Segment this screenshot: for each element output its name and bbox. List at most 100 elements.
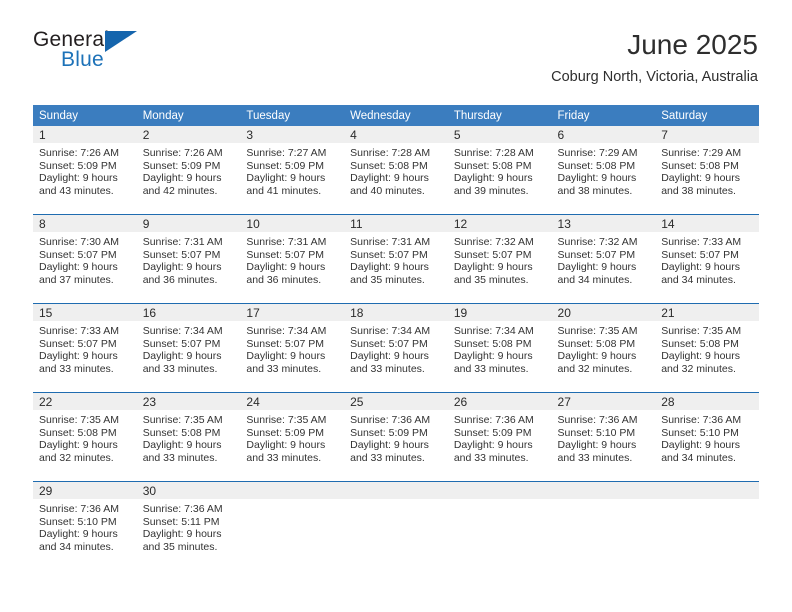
page-header: General Blue June 2025 Coburg North, Vic… — [33, 28, 758, 94]
sunrise-text: Sunrise: 7:29 AM — [661, 147, 742, 159]
day-number: 27 — [551, 393, 656, 410]
weekday-header-wednesday: Wednesday — [344, 105, 448, 126]
sunset-text: Sunset: 5:09 PM — [246, 159, 325, 172]
daylight-text-line2: and 33 minutes. — [350, 362, 425, 375]
sunset-text: Sunset: 5:07 PM — [246, 337, 325, 350]
day-number: 19 — [447, 304, 552, 321]
day-details: Sunrise: 7:36 AM Sunset: 5:10 PM Dayligh… — [655, 410, 759, 464]
day-details: Sunrise: 7:26 AM Sunset: 5:09 PM Dayligh… — [33, 143, 137, 197]
daylight-text-line2: and 39 minutes. — [453, 184, 529, 197]
sunrise-text: Sunrise: 7:36 AM — [39, 503, 119, 515]
calendar-header-row-group: Sunday Monday Tuesday Wednesday Thursday… — [33, 105, 759, 126]
brand-word-blue: Blue — [61, 48, 104, 71]
daylight-text-line2: and 33 minutes. — [39, 362, 114, 375]
daylight-text-line2: and 35 minutes. — [142, 540, 218, 553]
calendar-day-cell[interactable]: 6 Sunrise: 7:29 AM Sunset: 5:08 PM Dayli… — [551, 126, 656, 215]
weekday-header-row: Sunday Monday Tuesday Wednesday Thursday… — [33, 105, 759, 126]
sunset-text: Sunset: 5:08 PM — [557, 337, 636, 350]
calendar-day-cell[interactable]: 13 Sunrise: 7:32 AM Sunset: 5:07 PM Dayl… — [551, 214, 656, 304]
sunset-text: Sunset: 5:08 PM — [453, 337, 532, 350]
day-number: 6 — [551, 126, 656, 143]
calendar-day-cell[interactable]: 7 Sunrise: 7:29 AM Sunset: 5:08 PM Dayli… — [655, 126, 759, 215]
daylight-text-line2: and 40 minutes. — [350, 184, 425, 197]
day-number: 20 — [551, 304, 656, 321]
day-details — [655, 499, 759, 503]
daylight-text-line2: and 33 minutes. — [142, 451, 218, 464]
daylight-text-line2: and 36 minutes. — [246, 273, 322, 286]
sunrise-text: Sunrise: 7:26 AM — [142, 147, 223, 159]
calendar-day-cell[interactable]: 12 Sunrise: 7:32 AM Sunset: 5:07 PM Dayl… — [447, 214, 552, 304]
day-details: Sunrise: 7:31 AM Sunset: 5:07 PM Dayligh… — [344, 232, 448, 286]
calendar-day-cell[interactable]: 9 Sunrise: 7:31 AM Sunset: 5:07 PM Dayli… — [136, 214, 241, 304]
sunrise-text: Sunrise: 7:33 AM — [661, 236, 742, 248]
day-number — [240, 482, 345, 499]
calendar-day-cell[interactable]: 15 Sunrise: 7:33 AM Sunset: 5:07 PM Dayl… — [33, 303, 137, 393]
calendar-day-cell[interactable]: 25 Sunrise: 7:36 AM Sunset: 5:09 PM Dayl… — [344, 392, 448, 482]
sunrise-text: Sunrise: 7:35 AM — [246, 414, 327, 426]
day-number: 5 — [447, 126, 552, 143]
calendar-week-row: 29 Sunrise: 7:36 AM Sunset: 5:10 PM Dayl… — [33, 481, 759, 570]
day-number: 25 — [344, 393, 448, 410]
day-number: 21 — [655, 304, 759, 321]
daylight-text-line2: and 32 minutes. — [661, 362, 736, 375]
sunrise-text: Sunrise: 7:35 AM — [142, 414, 223, 426]
calendar-day-cell[interactable]: 30 Sunrise: 7:36 AM Sunset: 5:11 PM Dayl… — [136, 481, 241, 570]
calendar-day-cell[interactable]: 10 Sunrise: 7:31 AM Sunset: 5:07 PM Dayl… — [240, 214, 345, 304]
sunrise-text: Sunrise: 7:33 AM — [39, 325, 119, 337]
day-details: Sunrise: 7:30 AM Sunset: 5:07 PM Dayligh… — [33, 232, 137, 286]
day-details: Sunrise: 7:36 AM Sunset: 5:09 PM Dayligh… — [448, 410, 552, 464]
calendar-day-cell[interactable]: 24 Sunrise: 7:35 AM Sunset: 5:09 PM Dayl… — [240, 392, 345, 482]
daylight-text-line1: Daylight: 9 hours — [350, 172, 429, 185]
day-number: 26 — [447, 393, 552, 410]
calendar-day-cell[interactable]: 19 Sunrise: 7:34 AM Sunset: 5:08 PM Dayl… — [447, 303, 552, 393]
day-number: 13 — [551, 215, 656, 232]
day-details: Sunrise: 7:36 AM Sunset: 5:11 PM Dayligh… — [137, 499, 241, 553]
daylight-text-line2: and 32 minutes. — [39, 451, 114, 464]
daylight-text-line1: Daylight: 9 hours — [142, 261, 222, 274]
weekday-header-tuesday: Tuesday — [240, 105, 345, 126]
daylight-text-line1: Daylight: 9 hours — [557, 172, 637, 185]
day-number: 3 — [240, 126, 345, 143]
calendar-day-cell[interactable]: 8 Sunrise: 7:30 AM Sunset: 5:07 PM Dayli… — [33, 214, 137, 304]
calendar-day-cell[interactable]: 27 Sunrise: 7:36 AM Sunset: 5:10 PM Dayl… — [551, 392, 656, 482]
weekday-header-monday: Monday — [136, 105, 241, 126]
calendar-day-cell[interactable]: 23 Sunrise: 7:35 AM Sunset: 5:08 PM Dayl… — [136, 392, 241, 482]
calendar-day-cell[interactable]: 20 Sunrise: 7:35 AM Sunset: 5:08 PM Dayl… — [551, 303, 656, 393]
calendar-day-cell[interactable]: 26 Sunrise: 7:36 AM Sunset: 5:09 PM Dayl… — [447, 392, 552, 482]
day-number: 1 — [33, 126, 137, 143]
calendar-day-cell[interactable]: 29 Sunrise: 7:36 AM Sunset: 5:10 PM Dayl… — [33, 481, 137, 570]
day-number: 15 — [33, 304, 137, 321]
calendar-day-cell[interactable]: 1 Sunrise: 7:26 AM Sunset: 5:09 PM Dayli… — [33, 126, 137, 215]
calendar-day-cell[interactable]: 2 Sunrise: 7:26 AM Sunset: 5:09 PM Dayli… — [136, 126, 241, 215]
day-number: 7 — [655, 126, 759, 143]
calendar-day-cell[interactable]: 3 Sunrise: 7:27 AM Sunset: 5:09 PM Dayli… — [240, 126, 345, 215]
day-details: Sunrise: 7:29 AM Sunset: 5:08 PM Dayligh… — [655, 143, 759, 197]
sunrise-text: Sunrise: 7:34 AM — [350, 325, 431, 337]
calendar-day-cell[interactable]: 28 Sunrise: 7:36 AM Sunset: 5:10 PM Dayl… — [655, 392, 759, 482]
sunrise-text: Sunrise: 7:35 AM — [557, 325, 638, 337]
sunset-text: Sunset: 5:07 PM — [350, 337, 428, 350]
calendar-day-cell[interactable]: 5 Sunrise: 7:28 AM Sunset: 5:08 PM Dayli… — [447, 126, 552, 215]
day-details: Sunrise: 7:35 AM Sunset: 5:08 PM Dayligh… — [33, 410, 137, 464]
day-details — [448, 499, 552, 503]
calendar-day-cell[interactable]: 17 Sunrise: 7:34 AM Sunset: 5:07 PM Dayl… — [240, 303, 345, 393]
brand-triangle-icon — [105, 31, 137, 52]
calendar-day-cell[interactable]: 11 Sunrise: 7:31 AM Sunset: 5:07 PM Dayl… — [344, 214, 448, 304]
day-number: 2 — [136, 126, 241, 143]
calendar-day-cell[interactable]: 4 Sunrise: 7:28 AM Sunset: 5:08 PM Dayli… — [344, 126, 448, 215]
day-number: 4 — [344, 126, 448, 143]
daylight-text-line2: and 33 minutes. — [142, 362, 218, 375]
sunrise-text: Sunrise: 7:31 AM — [350, 236, 431, 248]
calendar-day-cell[interactable]: 18 Sunrise: 7:34 AM Sunset: 5:07 PM Dayl… — [344, 303, 448, 393]
sunset-text: Sunset: 5:08 PM — [661, 159, 739, 172]
daylight-text-line2: and 43 minutes. — [39, 184, 114, 197]
calendar-day-cell[interactable]: 14 Sunrise: 7:33 AM Sunset: 5:07 PM Dayl… — [655, 214, 759, 304]
day-details: Sunrise: 7:27 AM Sunset: 5:09 PM Dayligh… — [240, 143, 344, 197]
sunset-text: Sunset: 5:07 PM — [557, 248, 636, 261]
calendar-day-cell[interactable]: 21 Sunrise: 7:35 AM Sunset: 5:08 PM Dayl… — [655, 303, 759, 393]
calendar-day-cell[interactable]: 16 Sunrise: 7:34 AM Sunset: 5:07 PM Dayl… — [136, 303, 241, 393]
calendar-day-cell[interactable]: 22 Sunrise: 7:35 AM Sunset: 5:08 PM Dayl… — [33, 392, 137, 482]
daylight-text-line2: and 38 minutes. — [557, 184, 633, 197]
daylight-text-line2: and 36 minutes. — [142, 273, 218, 286]
daylight-text-line1: Daylight: 9 hours — [661, 172, 741, 185]
